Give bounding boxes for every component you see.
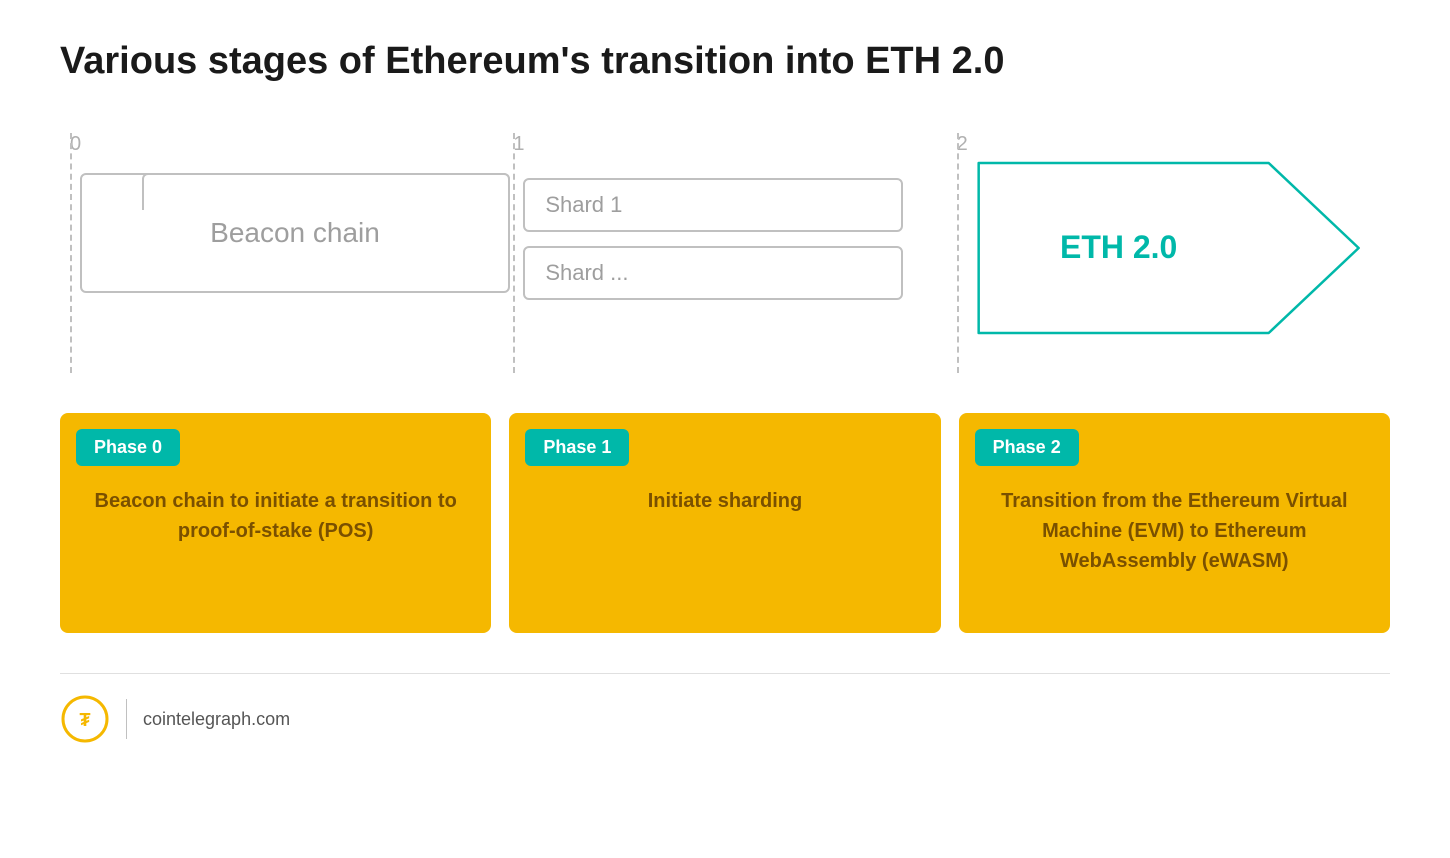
phase-2-content: Transition from the Ethereum Virtual Mac… [959, 466, 1390, 576]
eth2-arrow-svg: ETH 2.0 [957, 153, 1380, 343]
cards-row: Phase 0 Beacon chain to initiate a trans… [60, 413, 1390, 633]
diagram-area: 0 Beacon chain 1 Shard 1 Shard ... 2 [60, 133, 1390, 373]
eth2-arrow-container: ETH 2.0 [957, 153, 1380, 343]
shards-container: Shard 1 Shard ... [523, 178, 903, 300]
shard-1-box: Shard 1 [523, 178, 903, 232]
phase-2-card: Phase 2 Transition from the Ethereum Vir… [959, 413, 1390, 633]
phase-0-content: Beacon chain to initiate a transition to… [60, 466, 491, 546]
phase-0-divider [70, 133, 72, 373]
phase-2-badge: Phase 2 [975, 429, 1079, 466]
phase-0-col: 0 Beacon chain [60, 133, 503, 373]
cointelegraph-logo: ₮ [60, 694, 110, 744]
phase-dividers: 0 Beacon chain 1 Shard 1 Shard ... 2 [60, 133, 1390, 373]
shard-more-box: Shard ... [523, 246, 903, 300]
phase-0-card: Phase 0 Beacon chain to initiate a trans… [60, 413, 491, 633]
beacon-chain-label: Beacon chain [210, 217, 380, 249]
footer: ₮ cointelegraph.com [60, 673, 1390, 744]
svg-text:₮: ₮ [80, 710, 91, 730]
phase-1-divider [513, 133, 515, 373]
footer-url: cointelegraph.com [143, 709, 290, 730]
footer-divider [126, 699, 127, 739]
phase-1-content: Initiate sharding [509, 466, 940, 516]
phase-2-col: 2 ETH 2.0 [947, 133, 1390, 373]
phase-1-badge: Phase 1 [525, 429, 629, 466]
phase-0-badge: Phase 0 [76, 429, 180, 466]
svg-text:ETH 2.0: ETH 2.0 [1060, 229, 1177, 265]
phase-1-col: 1 Shard 1 Shard ... [503, 133, 946, 373]
page-title: Various stages of Ethereum's transition … [60, 40, 1390, 83]
phase-1-card: Phase 1 Initiate sharding [509, 413, 940, 633]
beacon-chain-box: Beacon chain [80, 173, 510, 293]
